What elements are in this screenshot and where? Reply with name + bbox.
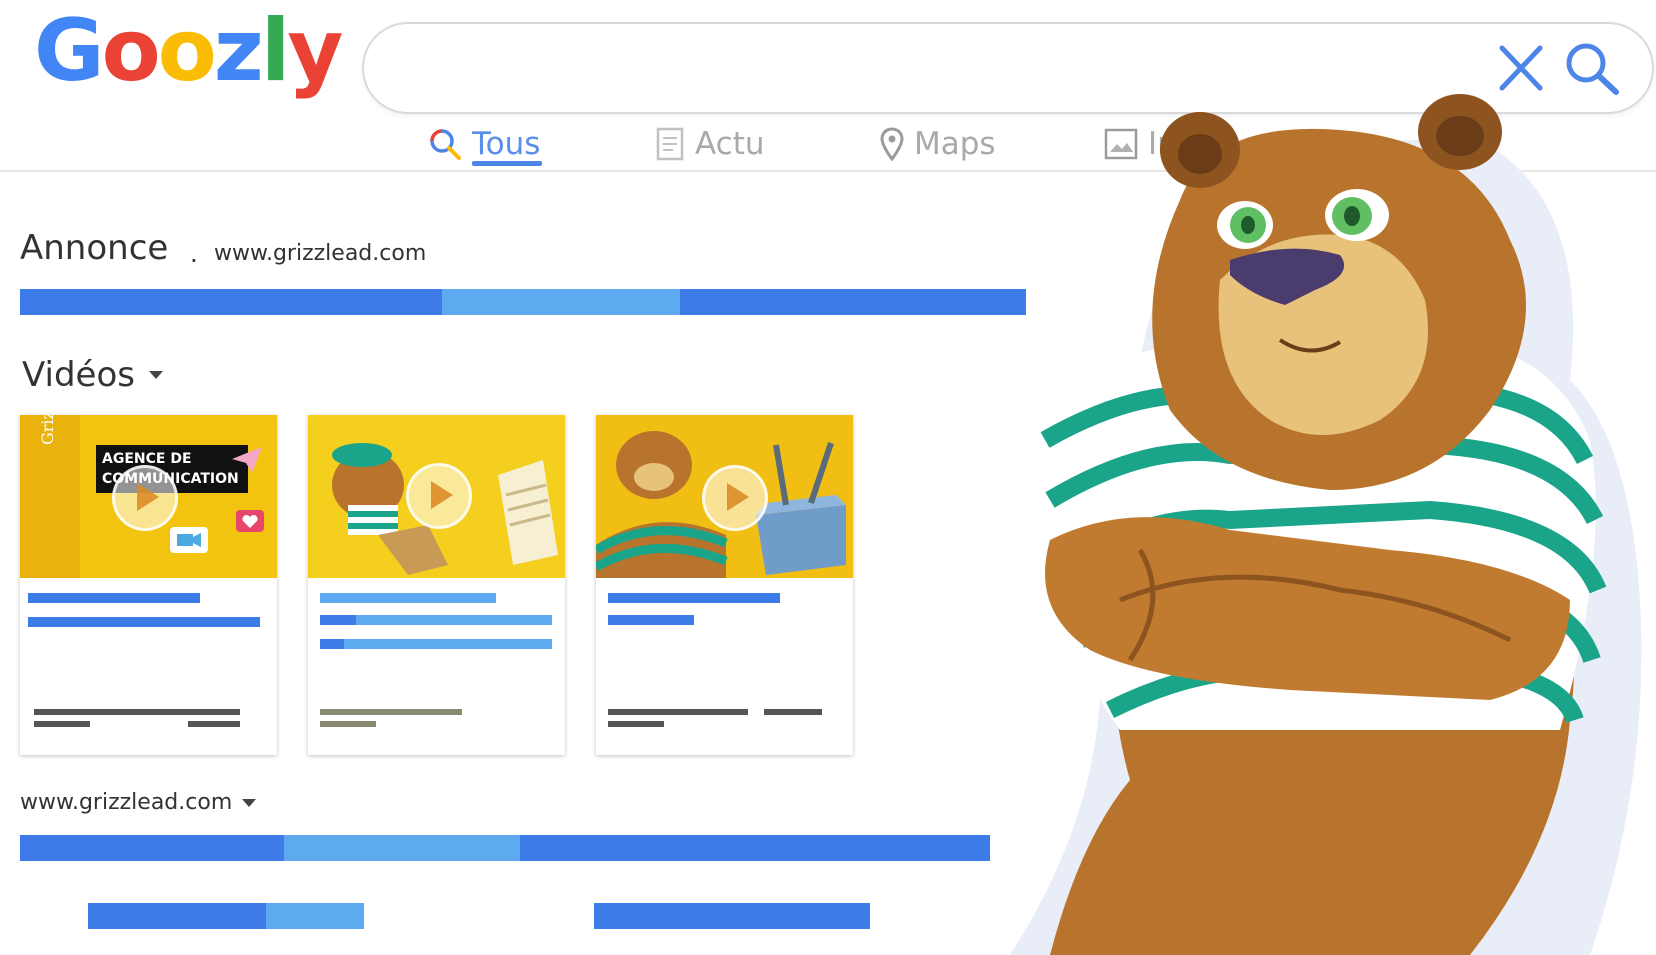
logo-letter: l — [260, 1, 291, 101]
result-bar-segment — [284, 835, 520, 861]
play-icon — [406, 463, 472, 529]
video-thumbnail — [596, 415, 853, 578]
card-meta-line — [608, 721, 664, 727]
card-meta-line — [34, 721, 90, 727]
result-url-label: www.grizzlead.com — [20, 790, 233, 815]
logo-letter: o — [157, 1, 217, 101]
heart-icon — [236, 510, 264, 532]
video-card[interactable] — [308, 415, 565, 755]
play-icon — [702, 465, 768, 531]
card-title-line — [28, 617, 260, 627]
card-meta-line — [764, 709, 822, 715]
card-title-line — [320, 615, 356, 625]
card-meta-line — [188, 721, 240, 727]
card-title-line — [356, 615, 552, 625]
card-title-line — [608, 615, 694, 625]
card-title-line — [608, 593, 780, 603]
snippet-bar-segment — [88, 903, 266, 929]
ad-bar-segment — [20, 289, 442, 315]
news-icon — [656, 127, 684, 161]
search-icon — [430, 129, 461, 160]
ad-separator: . — [190, 237, 198, 268]
ad-url[interactable]: www.grizzlead.com — [214, 241, 426, 266]
card-title-line — [28, 593, 200, 603]
brand-name: Grizzlead — [38, 415, 57, 445]
brand-logo: Grizzlead — [38, 415, 57, 445]
logo-letter: y — [287, 1, 343, 101]
play-icon — [112, 465, 178, 531]
videos-heading-label: Vidéos — [22, 355, 135, 395]
paper-plane-icon — [232, 447, 262, 473]
videos-heading[interactable]: Vidéos — [22, 355, 163, 395]
video-card[interactable] — [596, 415, 853, 755]
ad-bar-segment — [442, 289, 680, 315]
chevron-down-icon — [148, 371, 163, 379]
logo-letter: G — [34, 1, 105, 101]
logo[interactable]: Goozly — [34, 1, 343, 101]
active-tab-indicator — [472, 161, 542, 166]
video-thumbnail — [308, 415, 565, 578]
snippet-bar-segment — [594, 903, 870, 929]
video-card[interactable]: Grizzlead AGENCE DE COMMUNICATION — [20, 415, 277, 755]
card-title-line — [320, 639, 344, 649]
video-camera-icon — [170, 527, 208, 553]
tab-label: Tous — [472, 126, 541, 162]
tab-label: Actu — [695, 126, 765, 162]
video-thumbnail: Grizzlead AGENCE DE COMMUNICATION — [20, 415, 277, 578]
ad-label: Annonce — [20, 228, 169, 268]
card-meta-line — [320, 721, 376, 727]
chevron-down-icon — [242, 798, 257, 807]
tab-actu[interactable]: Actu — [655, 120, 765, 168]
card-title-line — [344, 639, 552, 649]
result-bar-segment — [20, 835, 284, 861]
card-meta-line — [320, 709, 462, 715]
card-meta-line — [34, 709, 240, 715]
logo-letter: o — [101, 1, 161, 101]
logo-letter: z — [213, 1, 264, 101]
card-title-line — [320, 593, 496, 603]
snippet-bar-segment — [266, 903, 364, 929]
card-meta-line — [608, 709, 748, 715]
bear-mascot-illustration — [1010, 94, 1642, 955]
result-url[interactable]: www.grizzlead.com — [20, 790, 257, 815]
